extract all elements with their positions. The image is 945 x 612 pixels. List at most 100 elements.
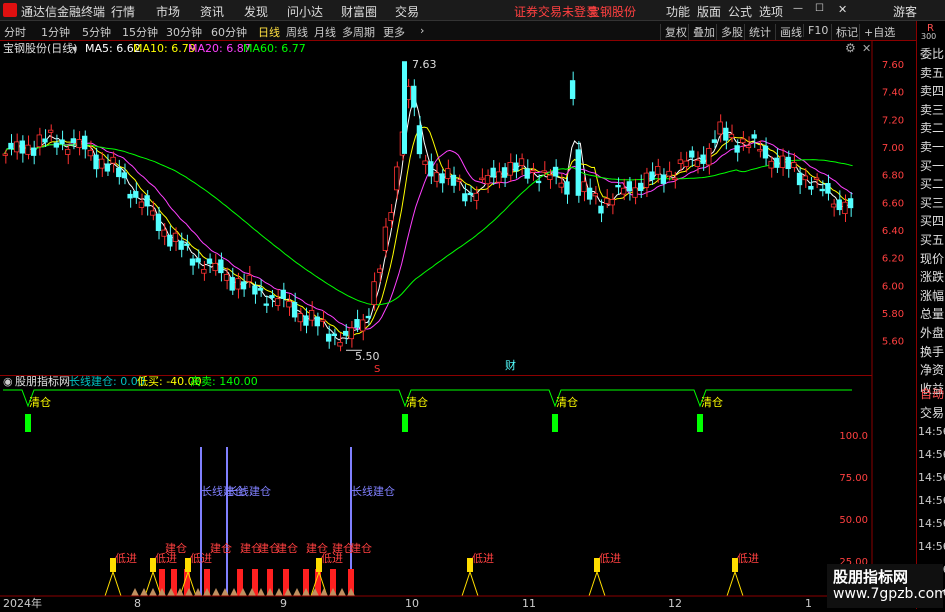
candle-body: [25, 144, 31, 155]
candle-body: [229, 277, 235, 291]
menu-layout[interactable]: 版面: [697, 3, 721, 20]
menu-options[interactable]: 选项: [759, 3, 783, 20]
menu-formula[interactable]: 公式: [728, 3, 752, 20]
toolbar-overlay[interactable]: 叠加: [688, 24, 715, 40]
candle-body: [218, 259, 224, 274]
minimize-icon[interactable]: —: [793, 3, 803, 14]
panel-time: 14:56: [918, 494, 945, 507]
maximize-icon[interactable]: ☐: [815, 3, 824, 14]
toolbar-mark[interactable]: 标记: [831, 24, 858, 40]
menu-ask[interactable]: 问小达: [287, 3, 323, 20]
period-5min[interactable]: 5分钟: [82, 24, 111, 40]
candle-body: [138, 201, 145, 208]
candle-body: [751, 134, 757, 139]
candle-body: [280, 289, 286, 299]
candle-body: [615, 185, 621, 188]
toolbar-f10[interactable]: F10: [803, 24, 828, 37]
panel-item: 委比: [920, 47, 945, 61]
candle-body: [433, 172, 440, 182]
kline-chart[interactable]: 100.075.0050.0025.00清仓 清仓 清仓 清仓长线建仓长线建仓 长线建仓…: [0, 41, 916, 610]
indicator-param-long: 长线建仓: 0.00: [69, 374, 145, 388]
candle-body: [740, 138, 746, 144]
candle-body: [206, 258, 213, 264]
chart-close-icon[interactable]: ✕: [862, 42, 871, 55]
long-build-label: 长线建仓: [227, 484, 271, 498]
menu-quotes[interactable]: 行情: [111, 3, 135, 20]
period-more[interactable]: 更多: [383, 24, 405, 40]
menu-news[interactable]: 资讯: [200, 3, 224, 20]
candle-body: [609, 199, 615, 206]
period-60min[interactable]: 60分钟: [211, 24, 247, 40]
menu-wealth[interactable]: 财富圈: [341, 3, 377, 20]
toolbar-stats[interactable]: 统计: [744, 24, 771, 40]
panel-item: 买二: [920, 177, 945, 192]
clear-signal-bar: [402, 414, 408, 432]
candle-body: [819, 188, 825, 192]
panel-item: 涨跌: [920, 270, 945, 285]
toolbar-add-watch[interactable]: +自选: [859, 24, 895, 40]
candle-body: [484, 175, 491, 185]
candle-body: [830, 203, 837, 208]
candle-body: [184, 243, 190, 246]
user-label[interactable]: 游客: [893, 3, 917, 20]
period-30min[interactable]: 30分钟: [166, 24, 202, 40]
candle-body: [116, 167, 122, 178]
candle-body: [779, 155, 786, 168]
candle-body: [513, 162, 519, 172]
chart-area[interactable]: 100.0 75.00 50.00 25.00 清仓 清仓 清仓 清仓 长线建仓 长线建仓 长线建仓…: [0, 41, 916, 610]
panel-time: 14:56: [918, 471, 945, 484]
build-label: 建仓: [210, 541, 232, 555]
period-15min[interactable]: 15分钟: [122, 24, 158, 40]
menu-function[interactable]: 功能: [666, 3, 690, 20]
chart-settings-icon[interactable]: ▾: [72, 44, 77, 55]
toolbar-draw[interactable]: 画线: [775, 24, 802, 40]
minor-signal: [149, 588, 157, 596]
panel-item: 换手: [920, 344, 945, 359]
candle-body: [104, 163, 111, 172]
chart-gear-icon[interactable]: ⚙: [845, 41, 856, 55]
toolbar-multistock[interactable]: 多股: [716, 24, 743, 40]
candle-body: [252, 285, 258, 295]
candle-body: [462, 193, 468, 202]
candle-body: [65, 149, 71, 155]
indicator-toggle-icon[interactable]: ◉: [3, 375, 13, 388]
candle-body: [813, 177, 820, 180]
period-monthly[interactable]: 月线: [314, 24, 336, 40]
panel-auto[interactable]: 自动: [920, 385, 944, 402]
period-weekly[interactable]: 周线: [286, 24, 308, 40]
low-entry-triangle: [726, 570, 744, 597]
period-timeshare[interactable]: 分时: [4, 24, 26, 40]
low-entry-label: 低进: [599, 552, 621, 565]
minor-signal: [131, 588, 139, 596]
candle-body: [706, 147, 712, 166]
price-tick: 6.80: [882, 171, 904, 182]
candle-body: [728, 133, 735, 139]
chevron-right-icon[interactable]: ›: [420, 24, 424, 37]
menu-discover[interactable]: 发现: [244, 3, 268, 20]
candle-body: [620, 187, 627, 195]
login-notice[interactable]: 证券交易未登录: [514, 3, 598, 20]
period-multi[interactable]: 多周期: [342, 24, 375, 40]
period-1min[interactable]: 1分钟: [41, 24, 70, 40]
candle-body: [178, 240, 184, 250]
panel-r-num: 300: [921, 32, 937, 41]
price-tick: 5.60: [882, 337, 904, 348]
candle-body: [564, 181, 570, 195]
candle-body: [201, 268, 207, 274]
candle-body: [842, 201, 848, 214]
price-tick: 7.40: [882, 88, 904, 99]
candle-body: [700, 154, 706, 164]
candle-body: [439, 173, 445, 184]
candle-body: [598, 205, 604, 214]
menu-market[interactable]: 市场: [156, 3, 180, 20]
panel-trade[interactable]: 交易: [920, 404, 944, 421]
indicator-param-high: 高卖: 140.00: [190, 374, 258, 388]
candle-body: [445, 168, 451, 179]
period-daily[interactable]: 日线: [258, 24, 280, 40]
toolbar-fq[interactable]: 复权: [660, 24, 687, 40]
menu-trade[interactable]: 交易: [395, 3, 419, 20]
candle-body: [581, 181, 587, 193]
xaxis-label-oct: 10: [405, 597, 419, 609]
candle-body: [569, 80, 576, 99]
close-icon[interactable]: ✕: [838, 3, 847, 16]
